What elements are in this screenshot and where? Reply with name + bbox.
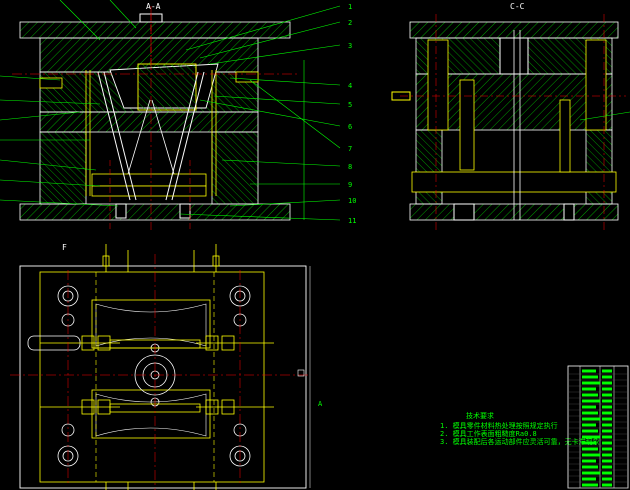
parts-list-row	[582, 459, 596, 463]
parts-list-row	[582, 405, 596, 409]
parts-list-cell	[602, 405, 612, 409]
parts-list-row	[582, 369, 596, 373]
section-a-a-label: A-A	[146, 2, 161, 11]
parts-list-cell	[602, 423, 612, 427]
plan-side-mark: A	[318, 400, 323, 408]
parts-list-cell	[602, 399, 612, 403]
plan-view-label: F	[62, 243, 67, 252]
parts-list-cell	[602, 435, 612, 439]
parts-list-cell	[602, 393, 612, 397]
callout-numbers: 1 2 3 4 5 6 7 8 9 10 11	[348, 3, 356, 225]
parts-list-row	[582, 417, 600, 421]
parts-list-cell	[602, 453, 612, 457]
parts-list-cell	[602, 441, 612, 445]
svg-text:9: 9	[348, 181, 352, 189]
parts-list-row	[582, 453, 600, 457]
parts-list-row	[582, 435, 600, 439]
notes-title: 技术要求	[466, 411, 494, 420]
svg-text:7: 7	[348, 145, 352, 153]
parts-list-cell	[602, 429, 612, 433]
notes-line-1: 1. 模具零件材料热处理按照规定执行	[440, 421, 558, 430]
notes-line-3: 3. 模具装配后各运动部件应灵活可靠，无卡滞现象	[440, 437, 600, 446]
parts-list-cell	[602, 483, 612, 487]
parts-list-row	[582, 465, 598, 469]
parts-list-table	[567, 365, 629, 489]
svg-text:11: 11	[348, 217, 356, 225]
parts-list-cell	[602, 387, 612, 391]
parts-list-row	[582, 483, 598, 487]
parts-list-cell	[602, 465, 612, 469]
parts-list-row	[582, 411, 598, 415]
parts-list-cell	[602, 381, 612, 385]
parts-list-row	[582, 375, 598, 379]
parts-list-row	[582, 447, 598, 451]
parts-list-cell	[602, 369, 612, 373]
svg-text:2: 2	[348, 19, 352, 27]
parts-list-row	[582, 387, 596, 391]
parts-list-row	[582, 399, 600, 403]
parts-list-cell	[602, 417, 612, 421]
parts-list-cell	[602, 471, 612, 475]
svg-text:3: 3	[348, 42, 352, 50]
svg-text:10: 10	[348, 197, 356, 205]
svg-text:8: 8	[348, 163, 352, 171]
parts-list-row	[582, 423, 596, 427]
section-c-c-view: C-C	[391, 2, 630, 232]
parts-list-row	[582, 381, 600, 385]
svg-text:5: 5	[348, 101, 352, 109]
parts-list-cell	[602, 477, 612, 481]
parts-list-cell	[602, 375, 612, 379]
svg-text:6: 6	[348, 123, 352, 131]
notes-line-2: 2. 模具工作表面粗糙度Ra0.8	[440, 429, 537, 438]
parts-list-row	[582, 393, 598, 397]
section-a-a-view: A-A 1 2 3 4 5 6 7 8 9 10 11	[0, 0, 356, 230]
parts-list-row	[582, 441, 596, 445]
parts-list-row	[582, 429, 598, 433]
section-c-c-label: C-C	[510, 2, 525, 11]
parts-list-cell	[602, 447, 612, 451]
technical-notes: 技术要求 1. 模具零件材料热处理按照规定执行 2. 模具工作表面粗糙度Ra0.…	[440, 411, 600, 446]
svg-text:1: 1	[348, 3, 352, 11]
parts-list-cell	[602, 459, 612, 463]
parts-list-row	[582, 471, 600, 475]
parts-list-row	[582, 477, 596, 481]
cad-drawing-canvas[interactable]: A-A 1 2 3 4 5 6 7 8 9 10 11 C-C F A 技术要求…	[0, 0, 630, 490]
plan-view: F A	[10, 243, 323, 490]
svg-text:4: 4	[348, 82, 352, 90]
parts-list-cell	[602, 411, 612, 415]
